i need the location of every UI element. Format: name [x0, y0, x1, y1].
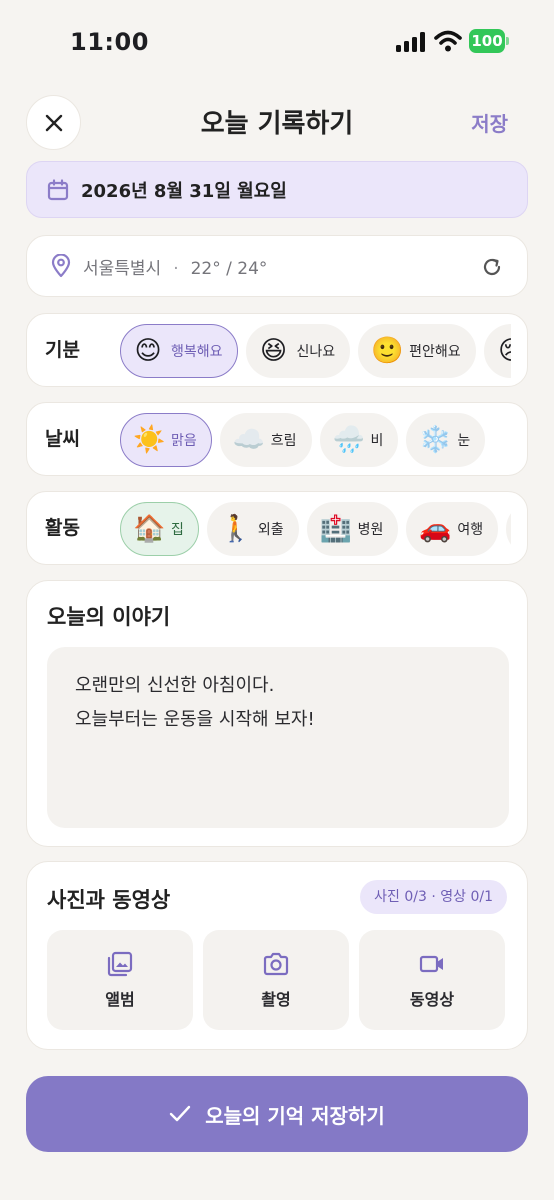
- activity-row: 활동 🏠집🚶외출🏥병원🚗여행📈: [26, 491, 528, 565]
- album-label: 앨범: [105, 990, 135, 1009]
- mood-emoji-icon: 😆: [259, 336, 288, 366]
- battery-level: 100: [469, 29, 505, 53]
- activity-emoji-icon: 🏥: [319, 514, 353, 544]
- weather-chip[interactable]: ❄️ 눈: [406, 413, 486, 467]
- weather-chip-label: 맑음: [171, 433, 197, 449]
- weather-emoji-icon: ❄️: [419, 425, 452, 455]
- activity-emoji-icon: 🏠: [133, 514, 166, 544]
- weather-chip[interactable]: 🌧️ 비: [319, 413, 399, 467]
- wifi-icon: [434, 30, 462, 52]
- mood-chip[interactable]: 😆 신나요: [245, 324, 351, 378]
- weather-chip-list: ☀️ 맑음 ☁️ 흐림 🌧️ 비 ❄️ 눈: [120, 413, 511, 467]
- location-pin-icon: [51, 254, 71, 278]
- save-memory-label: 오늘의 기억 저장하기: [205, 1103, 385, 1128]
- video-icon: [419, 955, 443, 973]
- activity-emoji-icon: 🚗: [419, 514, 452, 544]
- weather-chip-label: 비: [370, 433, 384, 449]
- weather-emoji-icon: ☀️: [133, 425, 166, 455]
- activity-chip[interactable]: 🚶 외출: [206, 502, 299, 556]
- activity-chip-list: 🏠집🚶외출🏥병원🚗여행📈: [120, 502, 511, 556]
- camera-button[interactable]: 촬영: [203, 930, 349, 1030]
- mood-chip[interactable]: 😢: [483, 324, 511, 378]
- weather-emoji-icon: 🌧️: [332, 425, 365, 455]
- mood-chip[interactable]: 😊 행복해요: [120, 324, 238, 378]
- activity-chip[interactable]: 📈: [506, 502, 511, 556]
- album-icon: [107, 951, 133, 977]
- camera-label: 촬영: [261, 990, 291, 1009]
- mood-chip-label: 편안해요: [409, 344, 461, 360]
- story-card: 오늘의 이야기 오랜만의 신선한 아침이다. 오늘부터는 운동을 시작해 보자!: [26, 580, 528, 847]
- weather-row: 날씨 ☀️ 맑음 ☁️ 흐림 🌧️ 비 ❄️ 눈: [26, 402, 528, 476]
- mood-chip[interactable]: 🙂 편안해요: [358, 324, 476, 378]
- story-line: 오랜만의 신선한 아침이다.: [75, 675, 275, 696]
- mood-emoji-icon: 😢: [497, 338, 511, 364]
- weather-chip[interactable]: ☀️ 맑음: [120, 413, 212, 467]
- activity-chip-label: 병원: [357, 522, 384, 538]
- video-button[interactable]: 동영상: [359, 930, 505, 1030]
- weather-chip-label: 눈: [457, 433, 471, 449]
- mood-chip-label: 행복해요: [171, 344, 223, 360]
- mood-label: 기분: [45, 339, 80, 361]
- activity-chip-label: 집: [171, 522, 184, 538]
- refresh-icon[interactable]: [481, 256, 503, 278]
- media-title: 사진과 동영상: [47, 888, 171, 912]
- location-text: 서울특별시 · 22° / 24°: [83, 254, 267, 279]
- mood-chip-list: 😊 행복해요 😆 신나요 🙂 편안해요 😢: [120, 324, 511, 378]
- status-bar: 11:00 100: [0, 0, 554, 80]
- media-card: 사진과 동영상 사진 0/3 · 영상 0/1 앨범 촬영 동영상: [26, 861, 528, 1050]
- date-text: 2026년 8월 31일 월요일: [81, 180, 287, 202]
- check-icon: [170, 1105, 191, 1122]
- signal-icon: [396, 32, 425, 52]
- story-textarea[interactable]: 오랜만의 신선한 아침이다. 오늘부터는 운동을 시작해 보자!: [47, 647, 509, 828]
- mood-emoji-icon: 🙂: [371, 336, 404, 366]
- calendar-icon: [47, 178, 69, 200]
- activity-emoji-icon: 🚶: [219, 514, 253, 544]
- activity-chip-label: 여행: [457, 522, 484, 538]
- location-temperature: 22° / 24°: [190, 258, 268, 279]
- album-button[interactable]: 앨범: [47, 930, 193, 1030]
- location-city: 서울특별시: [83, 258, 162, 279]
- save-memory-button[interactable]: 오늘의 기억 저장하기: [26, 1076, 528, 1152]
- date-selector[interactable]: 2026년 8월 31일 월요일: [26, 161, 528, 218]
- activity-chip[interactable]: 🚗 여행: [406, 502, 499, 556]
- camera-icon: [263, 952, 289, 976]
- mood-emoji-icon: 😊: [134, 336, 162, 366]
- story-line: 오늘부터는 운동을 시작해 보자!: [75, 709, 315, 730]
- location-bar: 서울특별시 · 22° / 24°: [26, 235, 528, 297]
- weather-chip-label: 흐림: [270, 433, 297, 449]
- activity-chip[interactable]: 🏥 병원: [306, 502, 399, 556]
- weather-label: 날씨: [45, 428, 80, 450]
- media-count-badge: 사진 0/3 · 영상 0/1: [360, 880, 507, 914]
- status-time: 11:00: [70, 28, 149, 56]
- save-link[interactable]: 저장: [471, 108, 508, 137]
- video-label: 동영상: [409, 990, 455, 1009]
- location-separator: ·: [173, 258, 179, 279]
- battery-icon: 100: [469, 29, 509, 53]
- weather-chip[interactable]: ☁️ 흐림: [219, 413, 312, 467]
- activity-chip-label: 외출: [257, 522, 284, 538]
- story-title: 오늘의 이야기: [47, 605, 171, 629]
- weather-emoji-icon: ☁️: [232, 425, 266, 455]
- activity-label: 활동: [45, 517, 80, 539]
- activity-chip[interactable]: 🏠 집: [120, 502, 199, 556]
- mood-row: 기분 😊 행복해요 😆 신나요 🙂 편안해요 😢: [26, 313, 528, 387]
- mood-chip-label: 신나요: [296, 344, 336, 360]
